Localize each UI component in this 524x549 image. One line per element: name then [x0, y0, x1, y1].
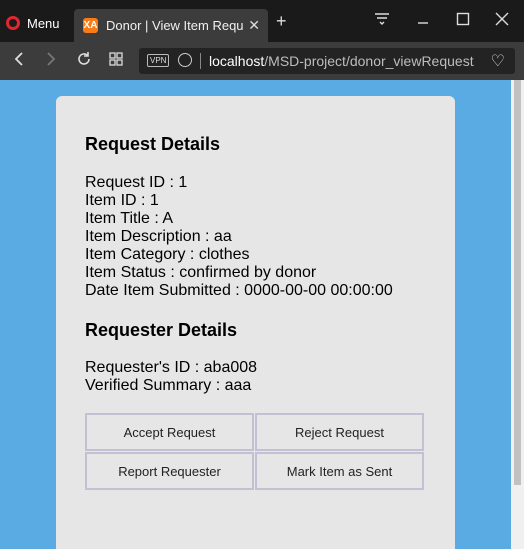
tab-close-icon[interactable]: ✕ [248, 17, 260, 34]
menu-label: Menu [27, 15, 60, 31]
minimize-icon[interactable] [416, 12, 430, 29]
field-item-status: Item Status : confirmed by donor [85, 264, 317, 281]
vpn-badge[interactable]: VPN [147, 54, 170, 67]
request-details-heading: Request Details [85, 134, 221, 154]
opera-menu-button[interactable]: Menu [6, 12, 60, 34]
page-scrollbar[interactable] [511, 80, 524, 549]
tab-title: Donor | View Item Request [106, 18, 244, 33]
speed-dial-icon[interactable] [108, 51, 124, 72]
mark-item-sent-button[interactable]: Mark Item as Sent [255, 452, 424, 490]
field-verified-summary: Verified Summary : aaa [85, 377, 252, 394]
site-info-globe-icon[interactable] [178, 53, 192, 67]
field-date-submitted: Date Item Submitted : 0000-00-00 00:00:0… [85, 282, 393, 299]
browser-address-bar: VPN localhost/MSD-project/donor_viewRequ… [0, 42, 524, 80]
requester-details-heading: Requester Details [85, 320, 238, 340]
url-path: /MSD-project/donor_viewRequest.php [264, 53, 475, 69]
tab-donor-view-request[interactable]: XA Donor | View Item Request ✕ [74, 9, 268, 42]
url-host: localhost [209, 53, 265, 69]
field-item-category: Item Category : clothes [85, 246, 250, 263]
field-item-id: Item ID : 1 [85, 192, 159, 209]
back-icon[interactable] [12, 51, 26, 72]
reload-icon[interactable] [76, 51, 92, 72]
field-item-description: Item Description : aa [85, 228, 232, 245]
scrollbar-thumb[interactable] [514, 80, 521, 485]
accept-request-button[interactable]: Accept Request [85, 413, 254, 451]
report-requester-button[interactable]: Report Requester [85, 452, 254, 490]
maximize-icon[interactable] [456, 12, 470, 29]
bookmark-heart-icon[interactable]: ♡ [491, 51, 505, 71]
tab-menu-icon[interactable] [374, 12, 390, 29]
close-window-icon[interactable] [495, 12, 509, 29]
browser-tab-bar: Menu XA Donor | View Item Request ✕ + [0, 0, 524, 42]
forward-icon[interactable] [44, 51, 58, 72]
url-divider [200, 53, 201, 69]
new-tab-icon[interactable]: + [276, 12, 287, 30]
request-details-card: Request Details Request ID : 1 Item ID :… [56, 96, 455, 549]
url-field[interactable]: VPN localhost/MSD-project/donor_viewRequ… [139, 48, 515, 74]
url-text[interactable]: localhost/MSD-project/donor_viewRequest.… [209, 53, 475, 69]
xampp-favicon-icon: XA [83, 18, 98, 33]
opera-logo-icon [6, 16, 20, 30]
field-request-id: Request ID : 1 [85, 174, 188, 191]
field-item-title: Item Title : A [85, 210, 174, 227]
reject-request-button[interactable]: Reject Request [255, 413, 424, 451]
field-requester-id: Requester's ID : aba008 [85, 359, 258, 376]
